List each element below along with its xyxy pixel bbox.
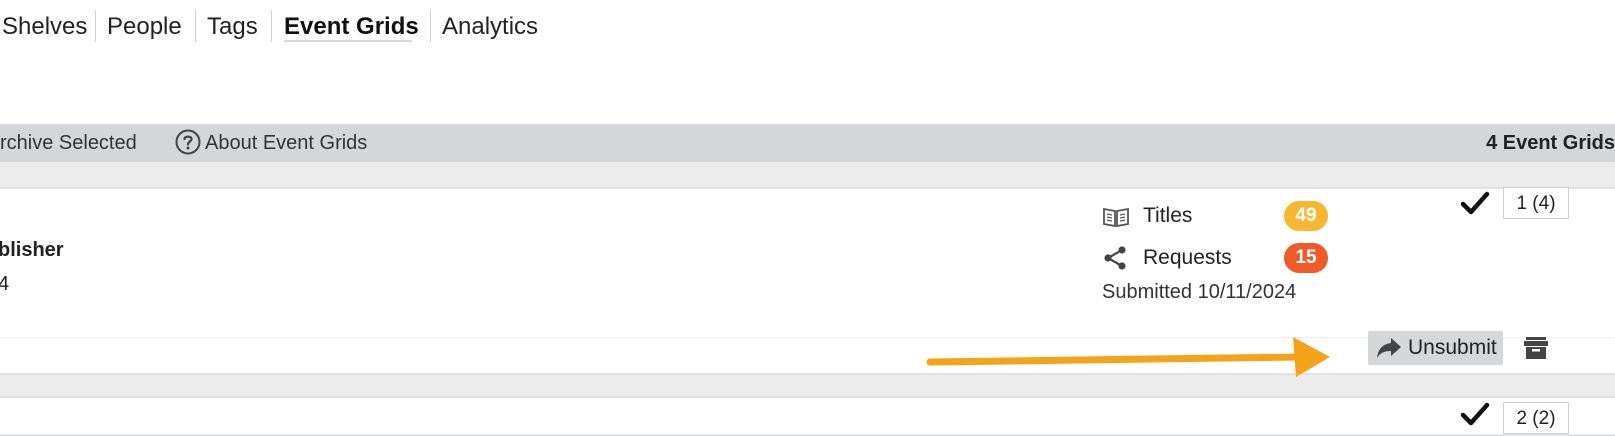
share-arrow-icon bbox=[1375, 336, 1403, 360]
nav-item-event-grids[interactable]: Event Grids bbox=[284, 10, 419, 44]
nav-item-analytics[interactable]: Analytics bbox=[442, 10, 538, 44]
top-nav: Shelves People Tags Event Grids Analytic… bbox=[0, 0, 1615, 54]
titles-count-badge: 49 bbox=[1284, 201, 1328, 231]
question-circle-icon[interactable] bbox=[175, 129, 201, 155]
nav-separator bbox=[195, 10, 196, 42]
nav-item-people[interactable]: People bbox=[107, 10, 182, 44]
share-icon bbox=[1102, 246, 1130, 270]
requests-count-badge: 15 bbox=[1284, 243, 1328, 273]
event-grid-card-next: 2 (2) bbox=[0, 396, 1615, 436]
archive-box-icon[interactable] bbox=[1522, 335, 1550, 361]
checkmark-icon[interactable] bbox=[1460, 189, 1490, 217]
about-event-grids-link[interactable]: About Event Grids bbox=[205, 132, 367, 154]
nav-separator bbox=[271, 10, 272, 42]
checkmark-icon[interactable] bbox=[1460, 400, 1490, 428]
unsubmit-button[interactable]: Unsubmit bbox=[1368, 331, 1503, 365]
event-grid-card: blisher 4 Titles 49 Requests 15 Submitte… bbox=[0, 187, 1615, 375]
archive-selected-button[interactable]: rchive Selected bbox=[0, 132, 137, 154]
requests-label: Requests bbox=[1143, 246, 1232, 269]
titles-label: Titles bbox=[1143, 204, 1193, 227]
publisher-label: blisher bbox=[0, 239, 64, 261]
publisher-subtext: 4 bbox=[0, 273, 10, 295]
list-spacer bbox=[0, 375, 1615, 396]
open-book-icon bbox=[1102, 205, 1130, 229]
event-grids-toolbar: rchive Selected About Event Grids 4 Even… bbox=[0, 124, 1615, 162]
nav-separator bbox=[430, 10, 431, 42]
list-spacer bbox=[0, 162, 1615, 187]
unsubmit-label: Unsubmit bbox=[1408, 336, 1497, 359]
active-tab-underline bbox=[284, 40, 412, 42]
nav-separator bbox=[95, 10, 96, 42]
nav-item-shelves[interactable]: Shelves bbox=[2, 10, 87, 44]
event-grid-count: 4 Event Grids bbox=[1486, 132, 1615, 154]
submitted-date: Submitted 10/11/2024 bbox=[1102, 281, 1297, 303]
page-number-box[interactable]: 2 (2) bbox=[1503, 402, 1569, 434]
nav-item-tags[interactable]: Tags bbox=[207, 10, 258, 44]
page-number-box[interactable]: 1 (4) bbox=[1503, 187, 1569, 219]
